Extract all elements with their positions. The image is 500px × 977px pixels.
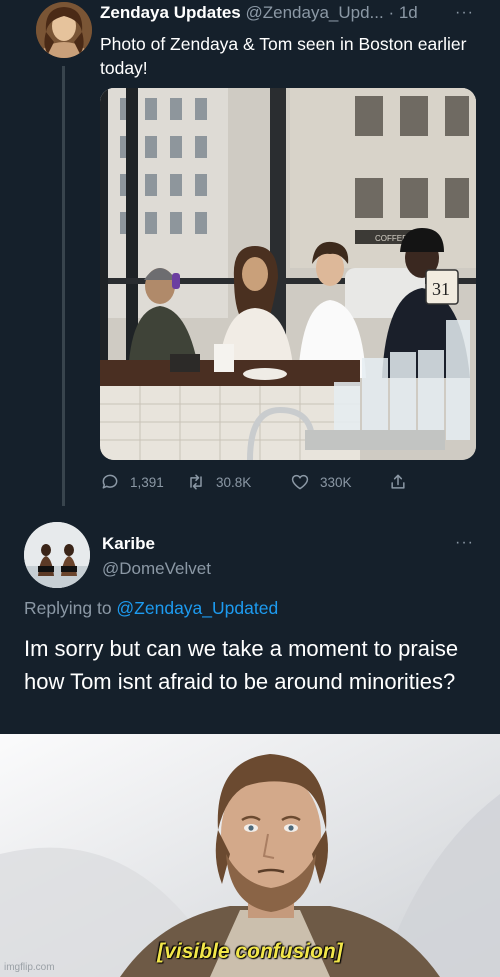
replying-to-link[interactable]: @Zendaya_Updated bbox=[116, 598, 278, 618]
thread-connector bbox=[62, 66, 65, 506]
tweet-actions: 1,391 30.8K 330K bbox=[100, 470, 420, 494]
karibe-avatar[interactable] bbox=[24, 522, 90, 588]
author-name[interactable]: Zendaya Updates bbox=[100, 3, 241, 22]
retweet-icon bbox=[190, 474, 202, 490]
main-tweet: Zendaya Updates @Zendaya_Upd... · 1d ···… bbox=[0, 0, 500, 508]
tweet-photo[interactable]: COFFEE 31 bbox=[100, 88, 476, 460]
meme-image: [visible confusion] imgflip.com bbox=[0, 734, 500, 977]
author-handle[interactable]: @Zendaya_Upd... bbox=[246, 3, 384, 22]
reply-author-name[interactable]: Karibe bbox=[102, 534, 155, 554]
share-icon bbox=[391, 474, 405, 489]
like-button[interactable]: 330K bbox=[290, 470, 352, 494]
reply-icon bbox=[102, 474, 118, 489]
retweet-button[interactable]: 30.8K bbox=[186, 470, 251, 494]
reply-tweet: Karibe @DomeVelvet ··· Replying to @Zend… bbox=[0, 508, 500, 734]
zendaya-updates-avatar[interactable] bbox=[36, 2, 92, 58]
meme-caption: [visible confusion] bbox=[157, 940, 343, 963]
reply-more-icon[interactable]: ··· bbox=[455, 534, 474, 552]
reply-button[interactable]: 1,391 bbox=[100, 470, 164, 494]
like-icon bbox=[291, 474, 309, 490]
replying-to: Replying to @Zendaya_Updated bbox=[24, 598, 278, 619]
tweet-header: Zendaya Updates @Zendaya_Upd... · 1d bbox=[100, 3, 480, 27]
tweet-text: Photo of Zendaya & Tom seen in Boston ea… bbox=[100, 34, 467, 78]
tweet-time[interactable]: · 1d bbox=[388, 3, 417, 22]
reply-text: Im sorry but can we take a moment to pra… bbox=[24, 636, 459, 694]
reply-count: 1,391 bbox=[130, 474, 164, 490]
share-button[interactable] bbox=[388, 470, 408, 494]
reply-author-handle[interactable]: @DomeVelvet bbox=[102, 559, 211, 579]
retweet-count: 30.8K bbox=[216, 474, 252, 490]
like-count: 330K bbox=[320, 474, 352, 490]
replying-to-prefix: Replying to bbox=[24, 598, 117, 618]
imgflip-watermark: imgflip.com bbox=[4, 962, 55, 973]
more-icon[interactable]: ··· bbox=[455, 4, 474, 22]
cup-number: 31 bbox=[432, 279, 450, 299]
